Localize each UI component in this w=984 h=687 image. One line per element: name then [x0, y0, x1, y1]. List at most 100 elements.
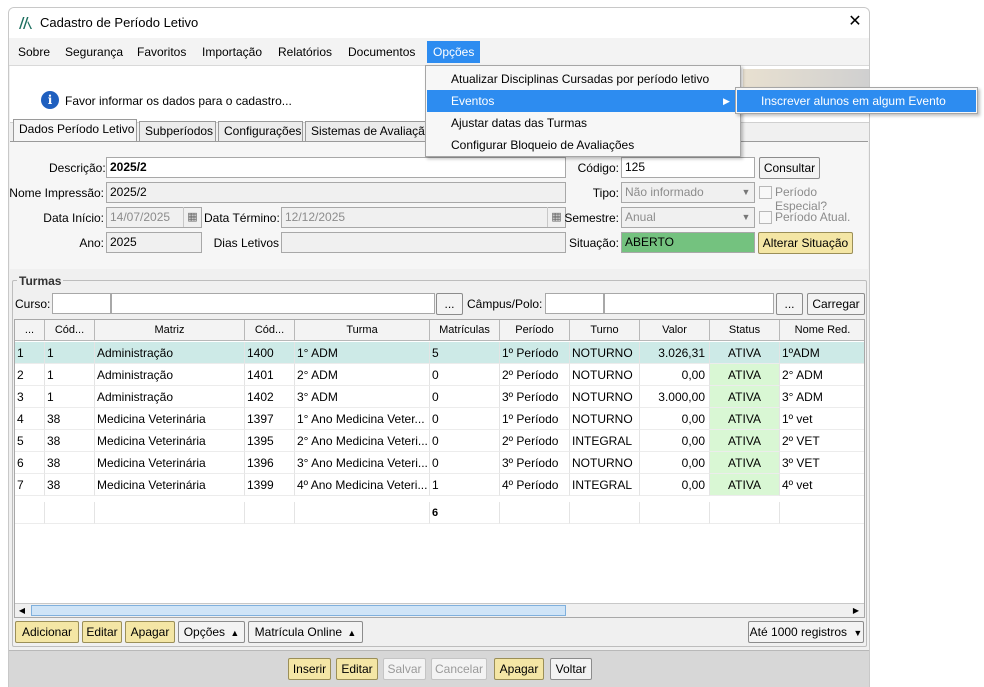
dias-letivos-label: Dias Letivos [213, 236, 279, 250]
registros-select[interactable]: Até 1000 registros ▼ [748, 621, 864, 643]
cell-turma: 1° Ano Medicina Veter... [295, 408, 430, 430]
menu-item-inscrever-alunos-evento[interactable]: Inscrever alunos em algum Evento [737, 90, 976, 112]
menu-bar: Sobre Segurança Favoritos Importação Rel… [9, 38, 869, 66]
tab-configuracoes[interactable]: Configurações [218, 121, 303, 141]
tab-sistemas-de-avaliacao[interactable]: Sistemas de Avaliação [305, 121, 427, 141]
menu-item-atualizar-disciplinas[interactable]: Atualizar Disciplinas Cursadas por perío… [427, 68, 739, 90]
cell-cod-turma: 1396 [245, 452, 295, 474]
col-header-cod-turma[interactable]: Cód... [245, 320, 295, 341]
info-message: Favor informar os dados para o cadastro.… [65, 94, 292, 108]
cell-turma: 3° ADM [295, 386, 430, 408]
semestre-chevron-down-icon: ▼ [741, 212, 751, 222]
tab-subperiodos[interactable]: Subperíodos [139, 121, 216, 141]
alterar-situacao-button[interactable]: Alterar Situação [758, 232, 853, 254]
codigo-input[interactable]: 125 [621, 157, 755, 178]
salvar-button[interactable]: Salvar [383, 658, 426, 680]
matricula-online-button[interactable]: Matrícula Online ▲ [248, 621, 363, 643]
menu-item-configurar-bloqueio[interactable]: Configurar Bloqueio de Avaliações [427, 134, 739, 156]
menu-relatorios[interactable]: Relatórios [272, 41, 338, 63]
cancelar-button[interactable]: Cancelar [431, 658, 487, 680]
ano-input[interactable]: 2025 [106, 232, 202, 253]
cell-matriz: Administração [95, 386, 245, 408]
tipo-select[interactable]: Não informado [621, 182, 755, 203]
data-termino-calendar-icon[interactable]: ▦ [547, 207, 565, 227]
table-row[interactable]: 2 1 Administração 1401 2° ADM 0 2º Período NOTU… [15, 364, 864, 386]
menu-item-eventos[interactable]: Eventos ▶ [427, 90, 739, 112]
col-header-matriculas[interactable]: Matrículas [430, 320, 500, 341]
campus-code-input[interactable] [545, 293, 604, 314]
table-row[interactable]: 3 1 Administração 1402 3° ADM 0 3º Período NOTU… [15, 386, 864, 408]
col-header-valor[interactable]: Valor [640, 320, 710, 341]
cell-matriz: Medicina Veterinária [95, 474, 245, 496]
table-row[interactable]: 7 38 Medicina Veterinária 1399 4º Ano Medici… [15, 474, 864, 496]
dias-letivos-input[interactable] [281, 232, 566, 253]
curso-search-button[interactable]: ... [436, 293, 463, 315]
col-header-periodo[interactable]: Período [500, 320, 570, 341]
apagar-turma-button[interactable]: Apagar [125, 621, 175, 643]
curso-code-input[interactable] [52, 293, 111, 314]
cell-valor: 0,00 [640, 452, 710, 474]
editar-button[interactable]: Editar [336, 658, 378, 680]
cell-cod-curso: 38 [45, 452, 95, 474]
voltar-button[interactable]: Voltar [550, 658, 592, 680]
menu-seguranca[interactable]: Segurança [59, 41, 129, 63]
ano-label: Ano: [79, 236, 104, 250]
menu-favoritos[interactable]: Favoritos [131, 41, 192, 63]
table-row[interactable]: 1 1 Administração 1400 1° ADM 5 1º Período NOTU… [15, 342, 864, 364]
cell-status: ATIVA [710, 430, 780, 452]
cell-periodo: 3º Período [500, 386, 570, 408]
scroll-left-icon[interactable]: ◀ [15, 604, 29, 617]
periodo-especial-checkbox[interactable] [759, 186, 772, 199]
table-row[interactable]: 4 38 Medicina Veterinária 1397 1° Ano Medici… [15, 408, 864, 430]
campus-name-input[interactable] [604, 293, 774, 314]
cell-turno: NOTURNO [570, 408, 640, 430]
horizontal-scrollbar[interactable]: ◀ ▶ [15, 603, 864, 617]
curso-label: Curso: [15, 297, 51, 311]
registros-label: Até 1000 registros [749, 625, 848, 639]
data-termino-input[interactable]: 12/12/2025 [281, 207, 566, 228]
periodo-atual-checkbox[interactable] [759, 211, 772, 224]
cell-valor: 0,00 [640, 364, 710, 386]
cell-index: 4 [15, 408, 45, 430]
opcoes-dropdown-button[interactable]: Opções ▲ [178, 621, 245, 643]
info-icon: i [41, 91, 59, 109]
col-header-turno[interactable]: Turno [570, 320, 640, 341]
col-header-cod-curso[interactable]: Cód... [45, 320, 95, 341]
adicionar-button[interactable]: Adicionar [15, 621, 79, 643]
semestre-select[interactable]: Anual [621, 207, 755, 228]
col-header-status[interactable]: Status [710, 320, 780, 341]
carregar-button[interactable]: Carregar [807, 293, 865, 315]
col-header-matriz[interactable]: Matriz [95, 320, 245, 341]
tab-dados-periodo-letivo[interactable]: Dados Período Letivo [13, 119, 137, 142]
consultar-button[interactable]: Consultar [759, 157, 820, 179]
col-header-turma[interactable]: Turma [295, 320, 430, 341]
menu-item-ajustar-datas[interactable]: Ajustar datas das Turmas [427, 112, 739, 134]
turmas-table: ... Cód... Matriz Cód... Turma Matrícula… [14, 319, 865, 618]
editar-turma-button[interactable]: Editar [82, 621, 122, 643]
table-row[interactable]: 6 38 Medicina Veterinária 1396 3° Ano Medici… [15, 452, 864, 474]
cell-turma: 3° Ano Medicina Veteri... [295, 452, 430, 474]
table-row[interactable]: 5 38 Medicina Veterinária 1395 2° Ano Medici… [15, 430, 864, 452]
menu-importacao[interactable]: Importação [196, 41, 268, 63]
scroll-thumb[interactable] [31, 605, 566, 616]
apagar-button[interactable]: Apagar [494, 658, 544, 680]
menu-documentos[interactable]: Documentos [342, 41, 421, 63]
opcoes-menu: Atualizar Disciplinas Cursadas por perío… [425, 65, 741, 157]
curso-name-input[interactable] [111, 293, 435, 314]
campus-search-button[interactable]: ... [776, 293, 803, 315]
cell-status: ATIVA [710, 474, 780, 496]
col-header-index[interactable]: ... [15, 320, 45, 341]
nome-impressao-input[interactable]: 2025/2 [106, 182, 566, 203]
col-header-nome-red[interactable]: Nome Red. [780, 320, 864, 341]
cell-periodo: 2º Período [500, 430, 570, 452]
cell-cod-curso: 1 [45, 342, 95, 364]
scroll-right-icon[interactable]: ▶ [849, 604, 863, 617]
inserir-button[interactable]: Inserir [288, 658, 331, 680]
descricao-input[interactable]: 2025/2 [106, 157, 566, 178]
menu-sobre[interactable]: Sobre [12, 41, 56, 63]
menu-opcoes[interactable]: Opções [427, 41, 481, 63]
data-inicio-calendar-icon[interactable]: ▦ [183, 207, 201, 227]
cell-valor: 3.026,31 [640, 342, 710, 364]
close-icon[interactable]: ✕ [847, 12, 863, 32]
periodo-atual-label: Período Atual. [775, 210, 851, 224]
